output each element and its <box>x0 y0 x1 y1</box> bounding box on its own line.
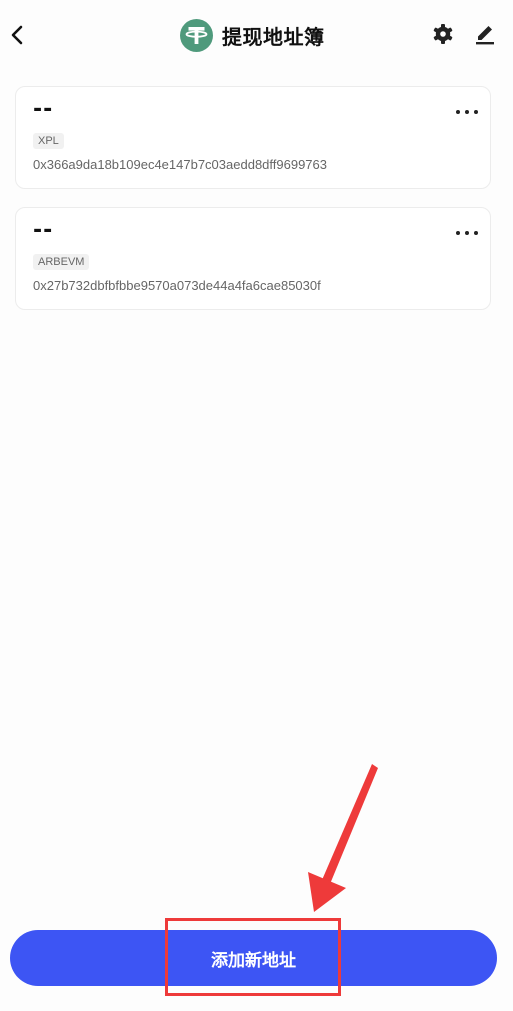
address-name: -- <box>33 97 54 122</box>
address-text: 0x27b732dbfbfbbe9570a073de44a4fa6cae8503… <box>33 278 321 293</box>
header: 提现地址簿 <box>0 0 513 70</box>
address-name: -- <box>33 218 54 243</box>
more-button[interactable] <box>456 226 478 240</box>
address-card[interactable]: -- ARBEVM 0x27b732dbfbfbbe9570a073de44a4… <box>15 207 491 310</box>
more-icon <box>456 231 460 235</box>
network-badge: XPL <box>33 133 64 149</box>
add-address-button[interactable]: 添加新地址 <box>10 930 497 986</box>
title-group: 提现地址簿 <box>180 18 325 52</box>
back-button[interactable] <box>7 22 29 48</box>
chevron-left-icon <box>11 25 23 45</box>
address-text: 0x366a9da18b109ec4e147b7c03aedd8dff96997… <box>33 157 327 172</box>
tether-icon <box>180 18 213 52</box>
settings-button[interactable] <box>431 22 455 46</box>
gear-icon <box>433 24 453 44</box>
more-button[interactable] <box>456 105 478 119</box>
pencil-icon <box>476 26 494 45</box>
edit-button[interactable] <box>472 21 498 47</box>
more-icon <box>456 110 460 114</box>
page-title: 提现地址簿 <box>222 24 325 49</box>
address-card[interactable]: -- XPL 0x366a9da18b109ec4e147b7c03aedd8d… <box>15 86 491 189</box>
network-badge: ARBEVM <box>33 254 90 270</box>
annotation-arrow <box>308 764 378 912</box>
